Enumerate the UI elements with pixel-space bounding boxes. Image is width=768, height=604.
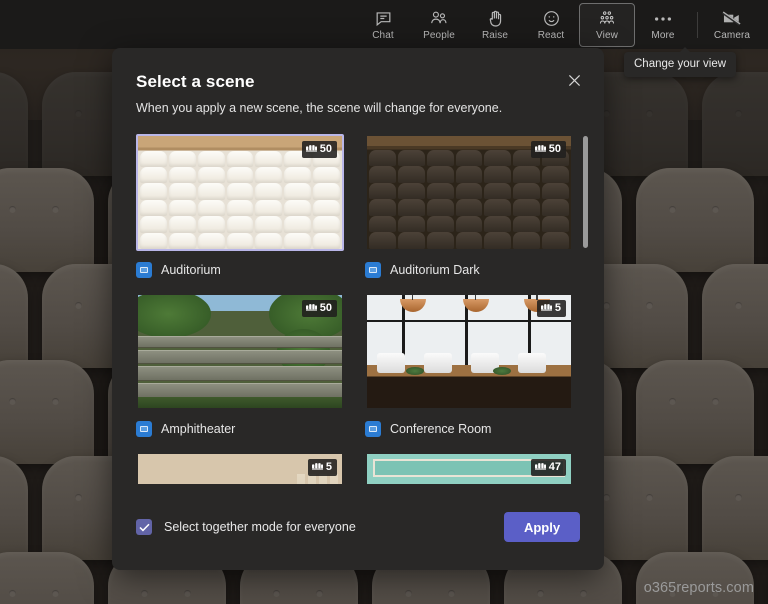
toolbar-button-raise[interactable]: Raise [467,3,523,47]
scene-grid: 50 Auditorium 50 Auditorium Dark 50 Amph… [136,134,573,484]
scene-card-conference-room[interactable]: 5 Conference Room [365,293,573,439]
seats-icon [534,143,546,155]
scene-meta: Conference Room [365,419,573,439]
stage-seat [636,552,754,604]
meeting-toolbar: Chat People Raise React View More Camera [0,0,768,49]
chat-icon [374,9,393,29]
toolbar-label-more: More [651,29,675,41]
stage-seat [0,264,28,368]
scene-label: Auditorium Dark [390,263,480,277]
apply-button[interactable]: Apply [504,512,580,542]
scene-card-amphitheater[interactable]: 50 Amphitheater [136,293,344,439]
scene-thumbnail-partial-classroom[interactable]: 47 [365,452,573,484]
teams-scene-icon [365,421,381,437]
select-scene-dialog: Select a scene When you apply a new scen… [112,48,604,570]
scene-label: Amphitheater [161,422,236,436]
more-ellipsis-icon [653,9,673,29]
seats-icon [311,461,323,473]
scene-thumbnail-conference-room[interactable]: 5 [365,293,573,410]
capacity-value: 5 [325,460,332,473]
scene-card-partial-archway[interactable]: 5 [136,452,344,484]
stage-seat [0,456,28,560]
camera-off-icon [721,9,743,29]
scene-label: Conference Room [390,422,492,436]
scene-label: Auditorium [161,263,221,277]
people-icon [429,9,449,29]
seats-icon [305,143,317,155]
teams-scene-icon [136,421,152,437]
view-button-tooltip: Change your view [624,47,737,77]
page-title: Select a scene [136,72,255,91]
scene-meta: Auditorium Dark [365,260,573,280]
stage-seat [636,168,754,272]
scene-card-partial-classroom[interactable]: 47 [365,452,573,484]
toolbar-button-chat[interactable]: Chat [355,3,411,47]
toolbar-button-people[interactable]: People [411,3,467,47]
capacity-badge: 47 [530,459,566,476]
watermark: o365reports.com [643,580,754,596]
close-icon[interactable] [560,66,588,94]
capacity-badge: 50 [530,141,566,158]
toolbar-button-more[interactable]: More [635,3,691,47]
stage-seat [0,360,94,464]
scene-thumbnail-partial-archway[interactable]: 5 [136,452,344,484]
teams-scene-icon [136,262,152,278]
toolbar-label-chat: Chat [372,29,394,41]
capacity-value: 50 [319,301,332,314]
toolbar-label-view: View [596,29,618,41]
teams-scene-icon [365,262,381,278]
scene-card-auditorium[interactable]: 50 Auditorium [136,134,344,280]
capacity-badge: 5 [536,300,566,317]
stage-seat [0,552,94,604]
stage-seat [0,168,94,272]
scene-list-scrollbar-track[interactable] [583,134,588,484]
capacity-value: 47 [548,460,561,473]
toolbar-button-view[interactable]: View [579,2,635,47]
dialog-header: Select a scene When you apply a new scen… [112,48,604,115]
scene-list-scrollbar-thumb[interactable] [583,136,588,248]
scene-thumbnail-auditorium-dark[interactable]: 50 [365,134,573,251]
together-mode-checkbox[interactable] [136,519,152,535]
toolbar-label-raise: Raise [481,29,509,41]
capacity-badge: 50 [301,141,337,158]
stage-seat [702,264,768,368]
capacity-value: 50 [548,142,561,155]
together-mode-checkbox-row[interactable]: Select together mode for everyone [136,519,356,535]
scene-list-scroll-area: 50 Auditorium 50 Auditorium Dark 50 Amph… [136,134,588,484]
dialog-subtitle: When you apply a new scene, the scene wi… [136,101,503,115]
capacity-badge: 50 [301,300,337,317]
view-grid-icon [597,9,617,29]
toolbar-button-react[interactable]: React [523,3,579,47]
scene-thumbnail-amphitheater[interactable]: 50 [136,293,344,410]
together-mode-label: Select together mode for everyone [164,520,356,534]
toolbar-label-people: People [423,29,455,41]
scene-card-auditorium-dark[interactable]: 50 Auditorium Dark [365,134,573,280]
scene-meta: Amphitheater [136,419,344,439]
toolbar-divider [697,11,698,38]
stage-seat [636,360,754,464]
seats-icon [534,461,546,473]
seats-icon [540,302,552,314]
dialog-footer: Select together mode for everyone Apply [112,484,604,570]
stage-seat [702,456,768,560]
toolbar-button-camera[interactable]: Camera [704,3,760,47]
scene-meta: Auditorium [136,260,344,280]
capacity-badge: 5 [307,459,337,476]
raise-hand-icon [487,9,504,29]
capacity-value: 5 [554,301,561,314]
capacity-value: 50 [319,142,332,155]
seats-icon [305,302,317,314]
react-smiley-icon [542,9,561,29]
scene-thumbnail-auditorium[interactable]: 50 [136,134,344,251]
toolbar-label-react: React [537,29,565,41]
toolbar-label-camera: Camera [713,29,751,41]
